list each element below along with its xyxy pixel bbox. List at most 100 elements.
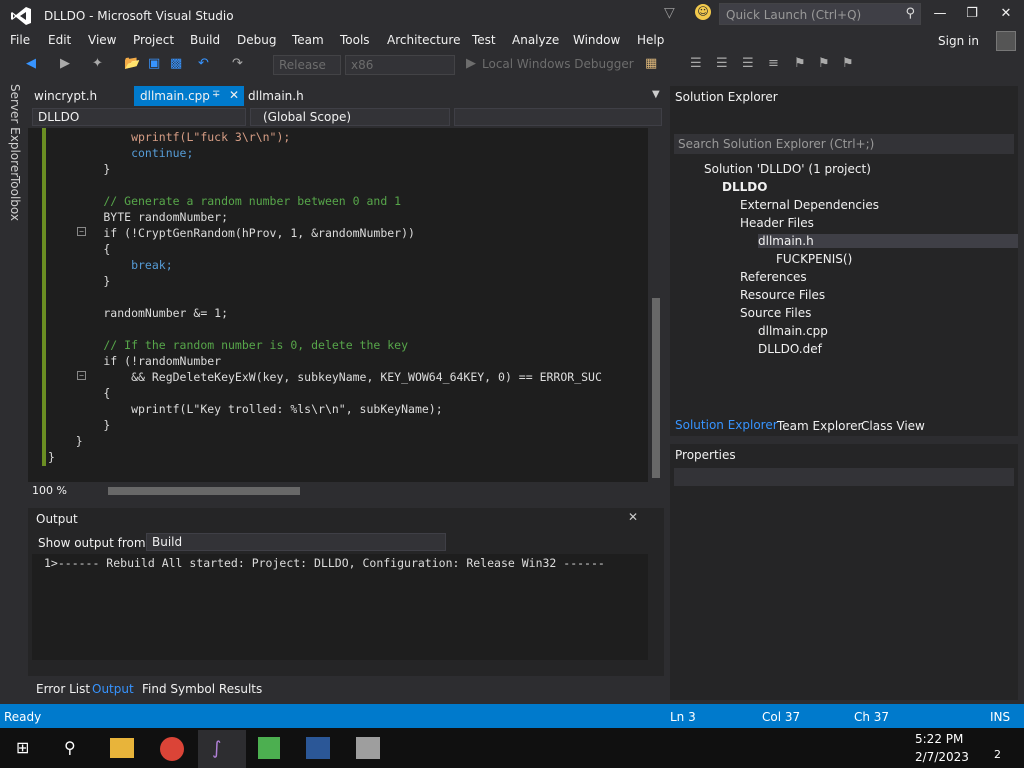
tab-class-view[interactable]: Class View bbox=[861, 419, 925, 433]
project-select[interactable]: DLLDO bbox=[32, 108, 246, 126]
debugger-button[interactable]: Local Windows Debugger bbox=[482, 57, 634, 71]
navigation-bar: DLLDO (Global Scope) bbox=[28, 106, 664, 128]
account-avatar-icon[interactable] bbox=[996, 31, 1016, 51]
notification-count[interactable]: 2 bbox=[994, 748, 1001, 761]
prev-bookmark-icon[interactable]: ⚑ bbox=[818, 56, 830, 71]
properties-title: Properties bbox=[675, 448, 736, 462]
tree-dllmain-cpp[interactable]: dllmain.cpp bbox=[758, 324, 828, 338]
menu-edit[interactable]: Edit bbox=[48, 33, 71, 47]
menu-team[interactable]: Team bbox=[292, 33, 324, 47]
comment-icon[interactable]: ☰ bbox=[716, 56, 728, 71]
tree-references[interactable]: References bbox=[740, 270, 807, 284]
code-area[interactable]: wprintf(L"fuck 3\r\n"); continue; } // G… bbox=[28, 128, 648, 482]
menu-file[interactable]: File bbox=[10, 33, 30, 47]
code-line-18: wprintf(L"Key trolled: %ls\r\n", subKeyN… bbox=[48, 402, 443, 416]
code-line-20: } bbox=[48, 434, 83, 448]
tab-find-symbol[interactable]: Find Symbol Results bbox=[142, 682, 262, 696]
output-source-select[interactable]: Build bbox=[146, 533, 446, 551]
quick-launch-box[interactable]: Quick Launch (Ctrl+Q) ⚲ bbox=[719, 3, 921, 25]
tab-dllmain-h[interactable]: dllmain.h bbox=[242, 86, 310, 106]
close-button[interactable]: ✕ bbox=[992, 4, 1020, 24]
open-file-icon[interactable]: 📂 bbox=[124, 56, 140, 71]
powershell-icon[interactable] bbox=[306, 737, 330, 759]
tab-output[interactable]: Output bbox=[92, 682, 134, 696]
editor-hscroll-thumb[interactable] bbox=[108, 487, 300, 495]
tab-team-explorer[interactable]: Team Explorer bbox=[777, 419, 863, 433]
tree-fuckpenis-fn[interactable]: FUCKPENIS() bbox=[776, 252, 852, 266]
solution-config-icon[interactable]: ✦ bbox=[92, 56, 103, 71]
pin-icon[interactable]: ∓ bbox=[212, 89, 220, 100]
menu-architecture[interactable]: Architecture bbox=[387, 33, 460, 47]
zoom-select[interactable]: 100 % bbox=[32, 484, 90, 498]
collapse-toggle[interactable]: − bbox=[77, 227, 86, 236]
start-button-icon[interactable]: ⊞ bbox=[16, 740, 32, 756]
close-tab-icon[interactable]: ✕ bbox=[229, 88, 239, 102]
menu-tools[interactable]: Tools bbox=[340, 33, 370, 47]
solution-explorer-title: Solution Explorer bbox=[675, 90, 778, 104]
properties-object-select[interactable] bbox=[674, 468, 1014, 486]
tab-error-list[interactable]: Error List bbox=[36, 682, 90, 696]
tree-source-files[interactable]: Source Files bbox=[740, 306, 811, 320]
start-debug-icon[interactable]: ▶ bbox=[466, 56, 476, 71]
tree-external-deps[interactable]: External Dependencies bbox=[740, 198, 879, 212]
bookmark-icon[interactable]: ⚑ bbox=[794, 56, 806, 71]
code-editor[interactable]: wprintf(L"fuck 3\r\n"); continue; } // G… bbox=[28, 128, 648, 482]
tab-dllmain-cpp[interactable]: dllmain.cpp ∓ ✕ bbox=[134, 86, 244, 106]
editor-scroll-thumb[interactable] bbox=[652, 298, 660, 478]
platform-select[interactable]: x86 bbox=[345, 55, 455, 75]
notepad-plus-icon[interactable] bbox=[258, 737, 280, 759]
restore-button[interactable]: ❐ bbox=[958, 4, 986, 24]
redo-icon[interactable]: ↷ bbox=[232, 56, 243, 71]
visual-studio-taskbar-icon[interactable]: ∫ bbox=[198, 730, 246, 768]
taskbar-time[interactable]: 5:22 PM bbox=[915, 732, 963, 746]
filter-icon[interactable]: ▽ bbox=[664, 5, 675, 21]
uncomment-icon[interactable]: ☰ bbox=[742, 56, 754, 71]
feedback-smiley-icon[interactable]: ☺ bbox=[695, 4, 711, 20]
tree-dllmain-h[interactable]: dllmain.h bbox=[758, 234, 1018, 248]
toolbar-extra-icon[interactable]: ▦ bbox=[645, 56, 657, 71]
menu-help[interactable]: Help bbox=[637, 33, 664, 47]
tree-solution[interactable]: Solution 'DLLDO' (1 project) bbox=[704, 162, 871, 176]
tab-overflow-icon[interactable]: ▼ bbox=[652, 89, 660, 100]
tree-project[interactable]: DLLDO bbox=[722, 180, 767, 194]
server-explorer-tab[interactable]: Server Explorer bbox=[8, 84, 22, 177]
sign-in-link[interactable]: Sign in bbox=[938, 34, 979, 48]
output-source-label: Show output from: bbox=[38, 536, 150, 550]
misc-app-icon[interactable] bbox=[356, 737, 380, 759]
search-taskbar-icon[interactable]: ⚲ bbox=[64, 738, 76, 757]
undo-icon[interactable]: ↶ bbox=[198, 56, 209, 71]
menu-analyze[interactable]: Analyze bbox=[512, 33, 559, 47]
editor-vertical-scrollbar[interactable] bbox=[648, 128, 664, 482]
tree-dlldo-def[interactable]: DLLDO.def bbox=[758, 342, 822, 356]
tab-solution-explorer[interactable]: Solution Explorer bbox=[675, 418, 778, 432]
save-all-icon[interactable]: ▩ bbox=[170, 56, 182, 71]
minimize-button[interactable]: — bbox=[926, 4, 954, 24]
solution-search-input[interactable]: Search Solution Explorer (Ctrl+;) bbox=[674, 134, 1014, 154]
menu-view[interactable]: View bbox=[88, 33, 116, 47]
toolbox-tab[interactable]: Toolbox bbox=[8, 176, 22, 221]
file-explorer-icon[interactable] bbox=[110, 738, 134, 758]
tab-wincrypt-h[interactable]: wincrypt.h bbox=[28, 86, 103, 106]
configuration-select[interactable]: Release bbox=[273, 55, 341, 75]
taskbar-date[interactable]: 2/7/2023 bbox=[915, 750, 969, 764]
menu-build[interactable]: Build bbox=[190, 33, 220, 47]
bookmark-nav-icon[interactable]: ☰ bbox=[690, 56, 702, 71]
tree-header-files[interactable]: Header Files bbox=[740, 216, 814, 230]
chrome-icon[interactable] bbox=[160, 737, 184, 761]
tree-resource-files[interactable]: Resource Files bbox=[740, 288, 825, 302]
menu-project[interactable]: Project bbox=[133, 33, 174, 47]
forward-icon[interactable]: ▶ bbox=[60, 56, 70, 71]
scope-select[interactable]: (Global Scope) bbox=[250, 108, 450, 126]
menu-debug[interactable]: Debug bbox=[237, 33, 276, 47]
next-bookmark-icon[interactable]: ⚑ bbox=[842, 56, 854, 71]
indent-icon[interactable]: ≡ bbox=[768, 56, 779, 71]
menu-window[interactable]: Window bbox=[573, 33, 620, 47]
back-icon[interactable]: ◀ bbox=[26, 56, 36, 71]
menu-test[interactable]: Test bbox=[472, 33, 496, 47]
output-close-icon[interactable]: ✕ bbox=[628, 510, 638, 524]
save-icon[interactable]: ▣ bbox=[148, 56, 160, 71]
status-bar: Ready Ln 3 Col 37 Ch 37 INS bbox=[0, 704, 1024, 728]
member-select[interactable] bbox=[454, 108, 662, 126]
code-line-12: randomNumber &= 1; bbox=[48, 306, 229, 320]
collapse-toggle[interactable]: − bbox=[77, 371, 86, 380]
